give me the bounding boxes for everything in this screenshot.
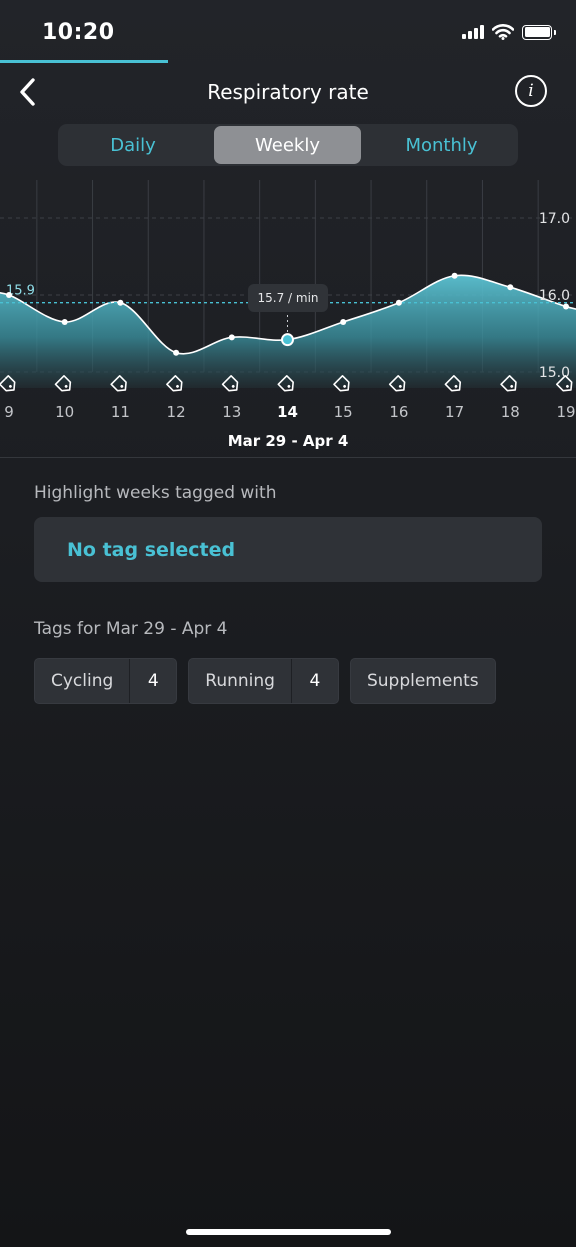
info-icon: i	[528, 81, 534, 101]
x-tick-label: 13	[222, 403, 241, 421]
divider	[0, 457, 576, 458]
battery-icon	[522, 24, 556, 40]
data-point	[61, 318, 68, 325]
x-tick-label: 17	[445, 403, 464, 421]
chart-range-label: Mar 29 - Apr 4	[227, 432, 349, 450]
tag-chip-label: Running	[205, 671, 275, 691]
tags-section-label: Tags for Mar 29 - Apr 4	[34, 619, 228, 639]
data-point	[173, 349, 180, 356]
info-button[interactable]: i	[515, 75, 547, 107]
page-title: Respiratory rate	[207, 80, 369, 104]
data-point	[451, 272, 458, 279]
tab-daily[interactable]: Daily	[58, 126, 208, 164]
selected-data-point	[281, 333, 294, 347]
x-tick-label: 18	[501, 403, 520, 421]
tab-monthly[interactable]: Monthly	[365, 126, 518, 164]
data-point	[117, 299, 124, 306]
tag-chip-label: Cycling	[51, 671, 114, 691]
data-point	[228, 334, 235, 341]
tag-chip-supplements[interactable]: Supplements	[349, 658, 496, 704]
tag-chip-count: 4	[290, 659, 338, 703]
home-indicator	[186, 1229, 391, 1235]
status-time: 10:20	[42, 20, 115, 45]
data-point	[6, 292, 12, 298]
x-tick-label: 19	[556, 403, 575, 421]
wifi-icon	[492, 24, 514, 40]
tag-chip-running[interactable]: Running 4	[188, 658, 339, 704]
y-tick-label: 15.0	[539, 365, 570, 381]
y-tick-label: 17.0	[539, 211, 570, 227]
tag-chip-label: Supplements	[366, 671, 479, 691]
tag-filter-value: No tag selected	[67, 539, 236, 561]
status-icons	[462, 24, 556, 40]
respiratory-rate-chart[interactable]: 15.9 17.0 16.0 15.0 9 10 11 12 13 14 15 16 17 18 19	[0, 178, 576, 458]
x-tick-label: 10	[55, 403, 74, 421]
highlight-label: Highlight weeks tagged with	[34, 483, 277, 503]
cellular-signal-icon	[462, 25, 484, 39]
tab-weekly[interactable]: Weekly	[214, 126, 361, 164]
status-bar: 10:20	[0, 0, 576, 64]
tag-chip-count: 4	[129, 659, 176, 703]
status-underline	[0, 60, 168, 63]
x-tick-label: 11	[111, 403, 130, 421]
x-tick-label: 14	[277, 403, 298, 421]
chart-tooltip: 15.7 / min	[248, 284, 328, 312]
x-tick-label: 12	[167, 403, 186, 421]
x-tick-label: 16	[389, 403, 408, 421]
tag-filter-select[interactable]: No tag selected	[34, 517, 542, 582]
data-point	[395, 299, 402, 306]
x-tick-label: 15	[334, 403, 353, 421]
y-tick-label: 16.0	[539, 288, 570, 304]
x-tick-label: 9	[4, 403, 14, 421]
period-selector: Daily Weekly Monthly	[58, 124, 518, 166]
tag-chips: Cycling 4 Running 4 Supplements	[34, 658, 496, 704]
data-point	[563, 303, 569, 310]
data-point	[507, 284, 514, 291]
data-point	[340, 318, 347, 325]
tag-chip-cycling[interactable]: Cycling 4	[34, 658, 178, 704]
